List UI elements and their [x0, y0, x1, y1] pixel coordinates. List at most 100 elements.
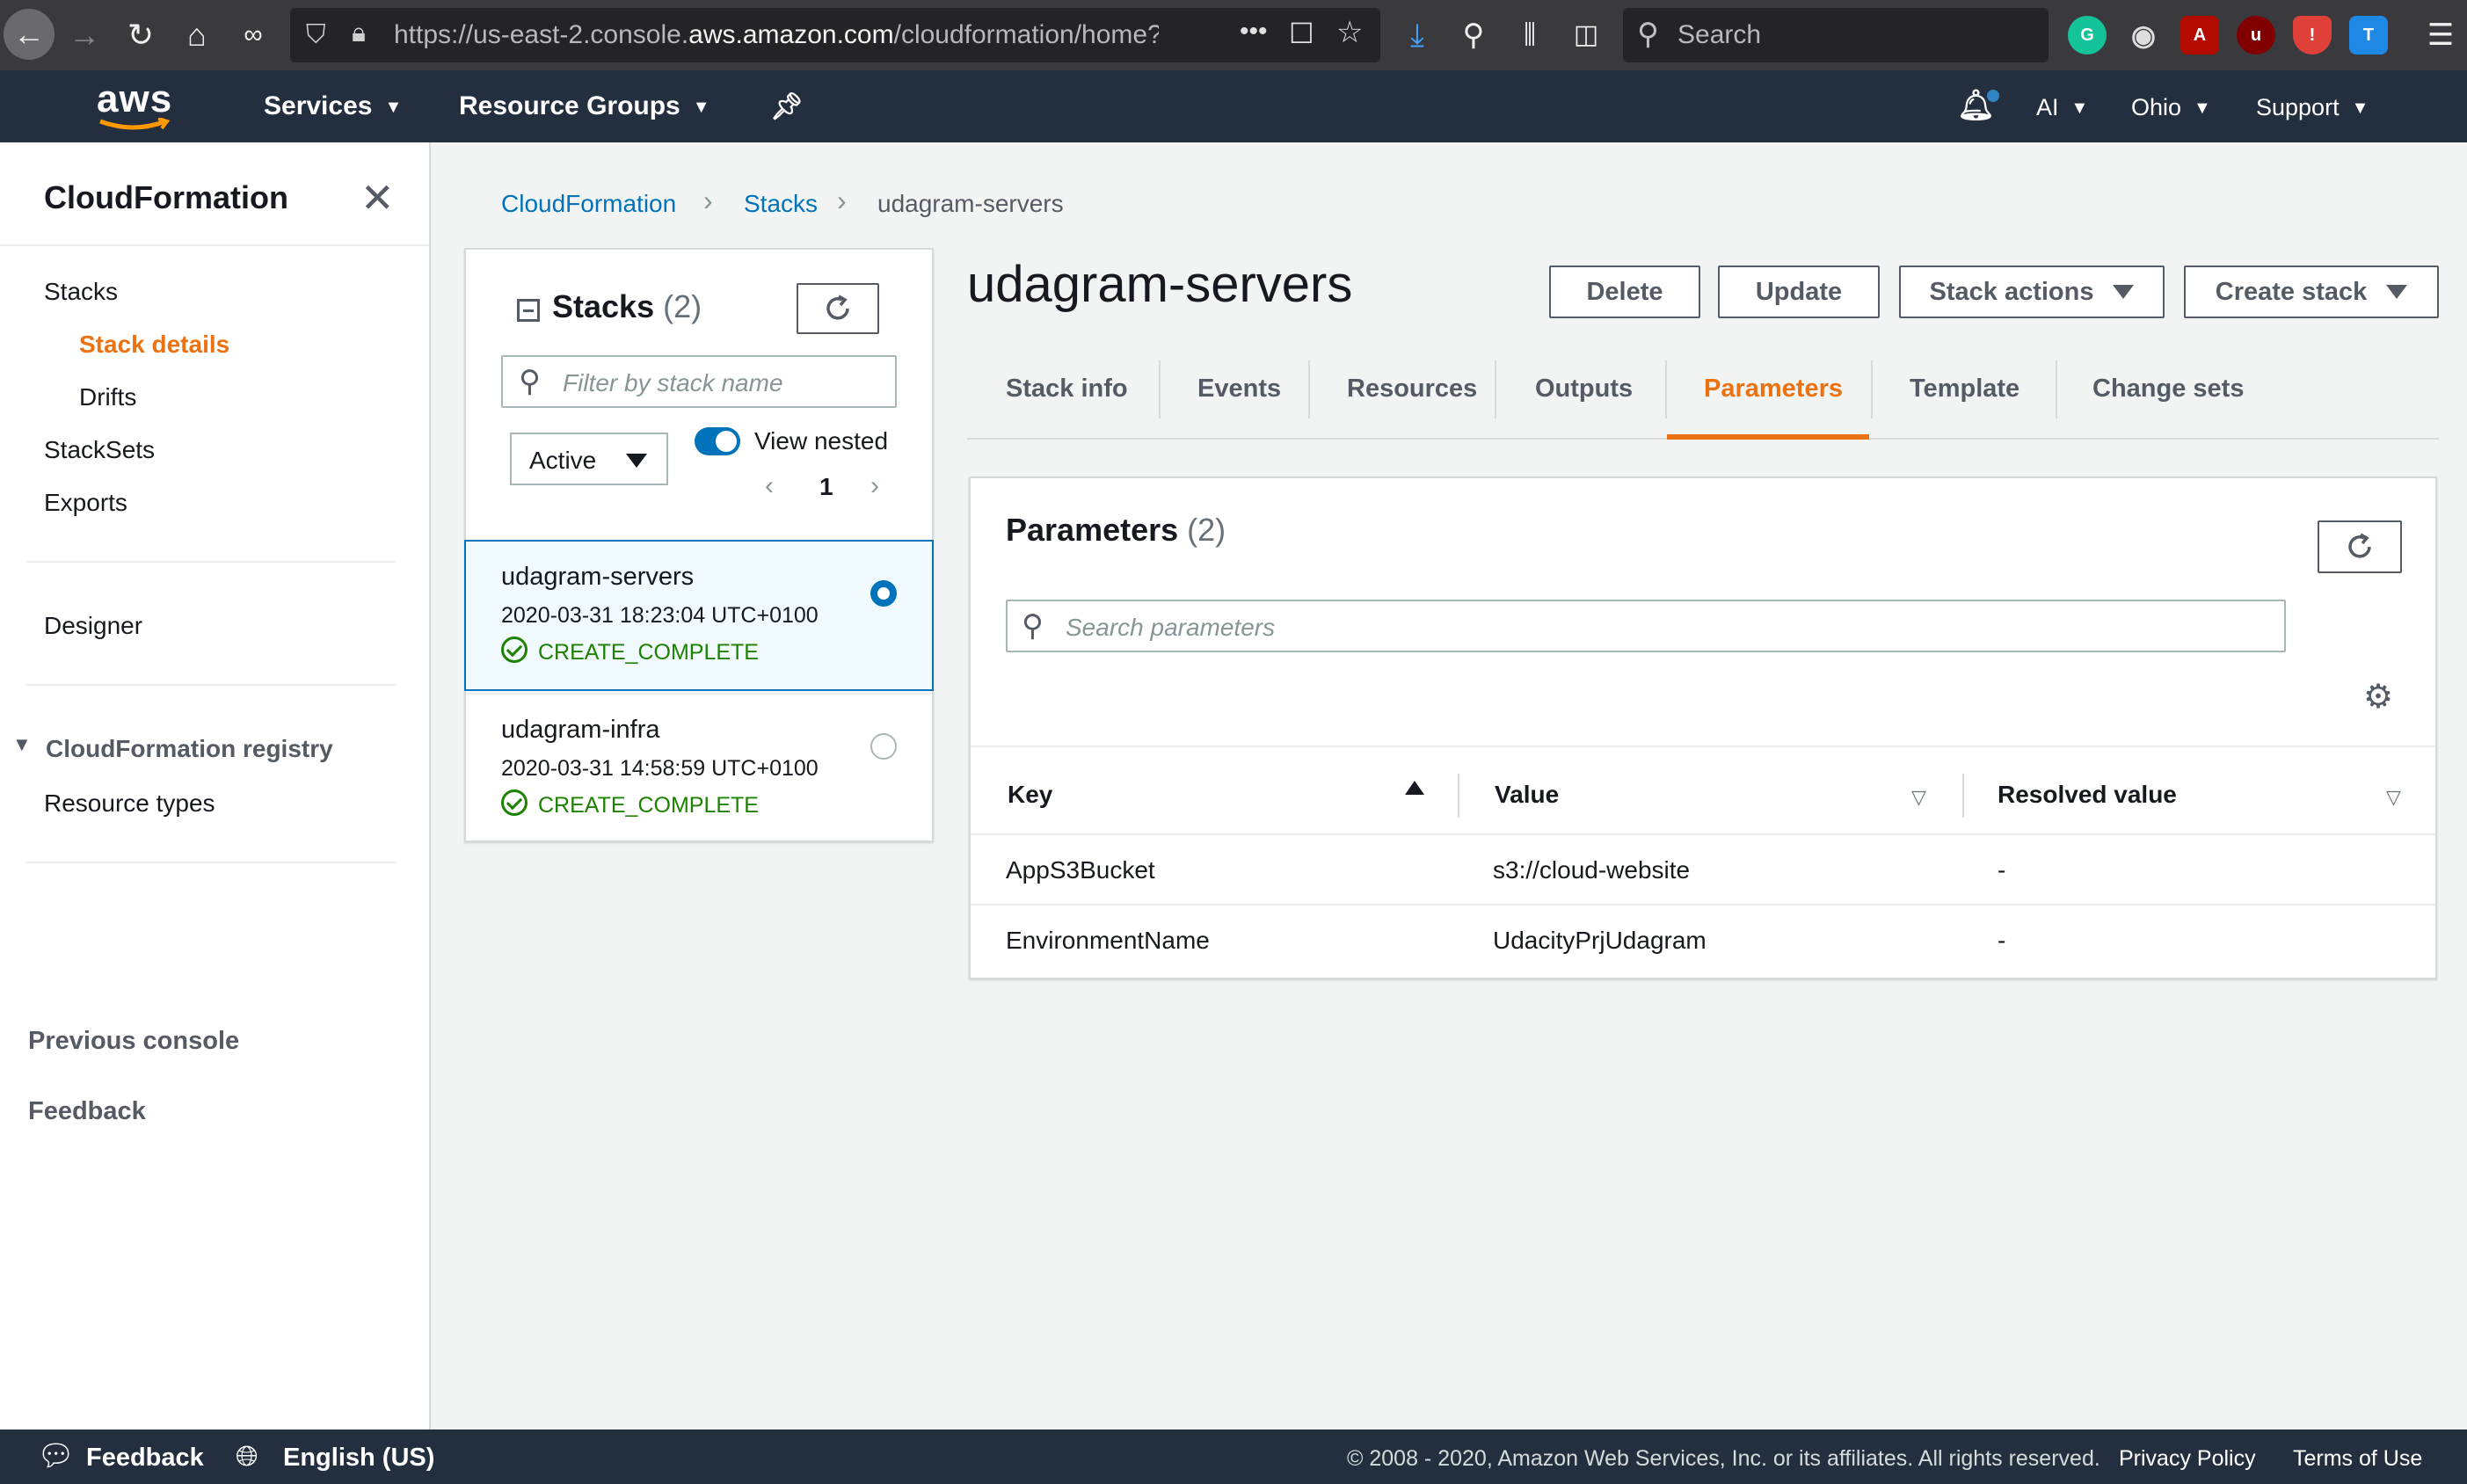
sidebar-section-registry[interactable]: CloudFormation registry [46, 735, 333, 763]
sidebar-item-designer[interactable]: Designer [44, 612, 142, 640]
collapse-icon[interactable] [517, 299, 540, 322]
tab-resources[interactable]: Resources [1347, 375, 1477, 404]
sidebar-item-stack-details[interactable]: Stack details [79, 331, 229, 359]
chevron-right-icon[interactable]: › [870, 471, 879, 501]
stack-list-item[interactable]: udagram-servers 2020-03-31 18:23:04 UTC+… [464, 540, 934, 691]
table-row: EnvironmentName UdacityPrjUdagram - [971, 904, 2435, 974]
refresh-icon [826, 295, 849, 320]
home-icon[interactable]: ⌂ [174, 12, 220, 58]
support-menu[interactable]: Support ▼ [2256, 94, 2369, 121]
download-icon[interactable]: ⤓ [1394, 12, 1440, 58]
menu-icon[interactable]: ☰ [2418, 12, 2463, 58]
account-menu[interactable]: AI ▼ [2036, 94, 2088, 121]
reload-icon[interactable]: ↻ [118, 12, 164, 58]
privacy-policy-link[interactable]: Privacy Policy [2119, 1446, 2256, 1472]
notification-bell-icon[interactable]: 🔔︎ [1957, 88, 1999, 123]
stack-name[interactable]: udagram-infra [501, 716, 660, 745]
copyright-text: © 2008 - 2020, Amazon Web Services, Inc.… [1347, 1446, 2100, 1471]
sidebar-item-stacksets[interactable]: StackSets [44, 436, 155, 464]
column-header-key[interactable]: Key [1008, 781, 1052, 809]
sort-icon[interactable]: ▽ [1911, 786, 1926, 809]
chevron-left-icon[interactable]: ‹ [765, 471, 774, 501]
language-selector[interactable]: English (US) [283, 1444, 434, 1473]
footer-feedback-link[interactable]: Feedback [86, 1444, 204, 1473]
speech-bubble-icon[interactable]: 💬︎ [37, 1438, 75, 1473]
tab-template[interactable]: Template [1910, 375, 2019, 404]
stack-list-item[interactable]: udagram-infra 2020-03-31 14:58:59 UTC+01… [466, 693, 932, 844]
breadcrumb-stacks[interactable]: Stacks [744, 190, 818, 218]
sidebar: CloudFormation ✕ Stacks Stack details Dr… [0, 142, 431, 1429]
divider [1458, 774, 1459, 818]
search-parameters-input[interactable]: ⚲ Search parameters [1006, 600, 2286, 652]
caret-down-icon[interactable]: ▼ [12, 733, 32, 756]
breadcrumb-cloudformation[interactable]: CloudFormation [501, 190, 676, 218]
tab-parameters[interactable]: Parameters [1704, 375, 1843, 404]
url-text[interactable]: https://us-east-2.console.aws.amazon.com… [394, 20, 1159, 50]
back-arrow-icon[interactable]: ← [4, 9, 55, 60]
services-menu[interactable]: Services ▼ [264, 91, 402, 121]
update-button[interactable]: Update [1718, 266, 1880, 318]
breadcrumb-current: udagram-servers [877, 190, 1064, 217]
gear-icon[interactable]: ⚙ [2363, 677, 2393, 717]
sidebar-feedback-link[interactable]: Feedback [28, 1097, 146, 1126]
aws-logo[interactable]: aws [97, 77, 172, 130]
shirt-icon[interactable]: T [2349, 16, 2388, 55]
previous-console-link[interactable]: Previous console [28, 1027, 239, 1056]
stacks-refresh-button[interactable] [797, 283, 879, 334]
bookmark-star-icon[interactable]: ☆ [1336, 15, 1363, 50]
chevron-down-icon: ▼ [2351, 98, 2369, 119]
divider [1962, 774, 1964, 818]
column-header-resolved-value[interactable]: Resolved value [1998, 781, 2177, 809]
browser-search-placeholder: Search [1677, 20, 1762, 49]
stack-filter-input[interactable]: ⚲ Filter by stack name [501, 355, 897, 408]
shield-icon[interactable]: ⛉ [306, 20, 326, 50]
shield-ext-icon[interactable]: ! [2293, 16, 2332, 55]
globe-icon[interactable]: 🌐︎ [236, 1440, 258, 1473]
table-row: AppS3Bucket s3://cloud-website - [971, 833, 2435, 904]
mask-icon[interactable]: ∞ [230, 12, 276, 58]
grammarly-icon[interactable]: G [2068, 16, 2107, 55]
resource-groups-menu[interactable]: Resource Groups ▼ [459, 91, 710, 121]
library-icon[interactable]: ⫼ [1507, 12, 1553, 58]
sidebar-item-drifts[interactable]: Drifts [79, 383, 136, 411]
close-icon[interactable]: ✕ [360, 174, 395, 222]
tab-stack-info[interactable]: Stack info [1006, 375, 1128, 404]
create-stack-button[interactable]: Create stack [2184, 266, 2439, 318]
stack-radio[interactable] [870, 733, 897, 760]
tab-change-sets[interactable]: Change sets [2092, 375, 2244, 404]
search-icon: ⚲ [1022, 609, 1044, 643]
aws-top-nav: aws Services ▼ Resource Groups ▼ 📌︎ 🔔︎ AI ▼… [0, 70, 2467, 142]
zoom-search-icon[interactable]: ⚲ [1451, 12, 1496, 58]
sidebar-item-exports[interactable]: Exports [44, 489, 127, 517]
tab-events[interactable]: Events [1197, 375, 1281, 404]
chevron-right-icon: › [703, 185, 713, 216]
pocket-icon[interactable]: ☐ [1289, 17, 1314, 50]
region-menu[interactable]: Ohio ▼ [2131, 94, 2211, 121]
terms-of-use-link[interactable]: Terms of Use [2293, 1446, 2422, 1472]
more-icon[interactable]: ••• [1240, 17, 1268, 47]
divider [26, 684, 396, 686]
delete-button[interactable]: Delete [1549, 266, 1700, 318]
tab-outputs[interactable]: Outputs [1535, 375, 1633, 404]
account-icon[interactable]: ◉ [2124, 16, 2163, 55]
sort-ascending-icon[interactable] [1405, 781, 1424, 795]
sort-icon[interactable]: ▽ [2386, 786, 2401, 809]
sidebar-item-stacks[interactable]: Stacks [44, 278, 118, 306]
view-nested-toggle[interactable] [695, 427, 740, 455]
status-filter-select[interactable]: Active [510, 433, 668, 485]
stack-name[interactable]: udagram-servers [501, 563, 694, 592]
browser-search-input[interactable]: ⚲ Search [1623, 8, 2049, 62]
sidebar-item-resource-types[interactable]: Resource types [44, 789, 215, 818]
ublock-icon[interactable]: u [2237, 16, 2275, 55]
column-header-value[interactable]: Value [1495, 781, 1559, 809]
search-parameters-placeholder: Search parameters [1066, 614, 1276, 641]
stack-actions-button[interactable]: Stack actions [1899, 266, 2165, 318]
stack-radio-selected[interactable] [870, 580, 897, 607]
acrobat-icon[interactable]: A [2180, 16, 2219, 55]
pin-icon[interactable]: 📌︎ [770, 91, 804, 122]
url-bar[interactable]: ⛉ 🔒︎ https://us-east-2.console.aws.amazo… [290, 8, 1380, 62]
page-number[interactable]: 1 [819, 473, 833, 501]
sidebar-toggle-icon[interactable]: ◫ [1563, 12, 1609, 58]
forward-arrow-icon[interactable]: → [62, 12, 107, 58]
parameters-refresh-button[interactable] [2318, 520, 2402, 573]
